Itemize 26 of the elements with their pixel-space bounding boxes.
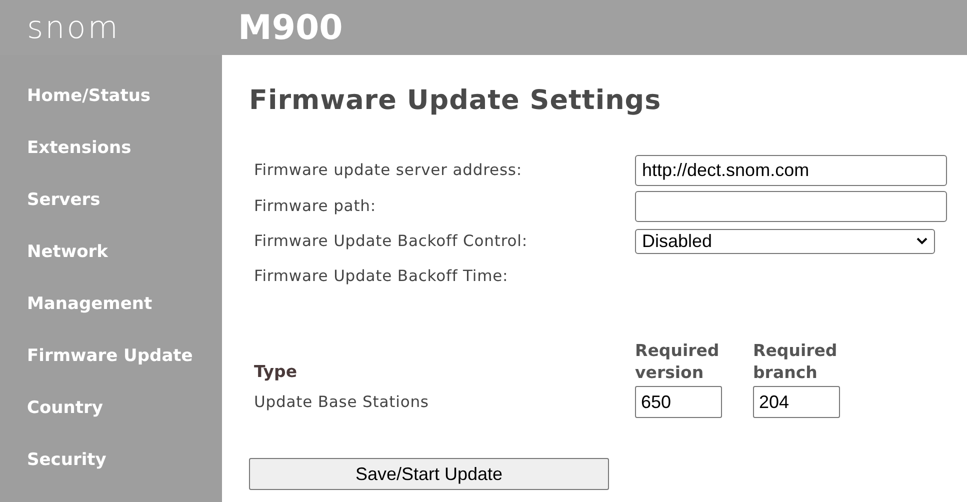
save-button[interactable]: Save/Start Update xyxy=(249,458,609,490)
input-field[interactable]: http://dect.snom.com xyxy=(635,154,947,186)
version-field[interactable]: 650 xyxy=(635,386,722,418)
field-label: Firmware Update Backoff Control: xyxy=(254,232,528,250)
field-label: Firmware path: xyxy=(254,197,378,215)
field-label: Firmware Update Backoff Time: xyxy=(254,267,510,285)
sidebar-item[interactable]: Firmware Update xyxy=(27,345,222,368)
page-title: Firmware Update Settings xyxy=(249,85,662,116)
sidebar-item[interactable]: Management xyxy=(27,293,222,316)
sidebar-item[interactable]: Servers xyxy=(27,189,222,212)
sidebar-item[interactable]: Extensions xyxy=(27,137,222,160)
sidebar-item[interactable]: Network xyxy=(27,241,222,264)
branch-field[interactable]: 204 xyxy=(753,386,840,418)
page-header-title: M900 xyxy=(237,8,343,48)
field-label: Firmware update server address: xyxy=(254,161,524,179)
column-header: Type xyxy=(254,361,298,383)
dropdown[interactable]: Disabled xyxy=(635,228,935,254)
logo: snom xyxy=(27,10,120,46)
input-field[interactable] xyxy=(635,190,947,222)
column-header: Required branch xyxy=(753,340,838,384)
row-label: Update Base Stations xyxy=(254,393,430,411)
sidebar-item[interactable]: Security xyxy=(27,449,222,472)
column-header: Required version xyxy=(635,340,720,384)
sidebar-item[interactable]: Home/Status xyxy=(27,85,222,108)
chevron-down-icon xyxy=(916,237,928,245)
sidebar-item[interactable]: Country xyxy=(27,397,222,420)
